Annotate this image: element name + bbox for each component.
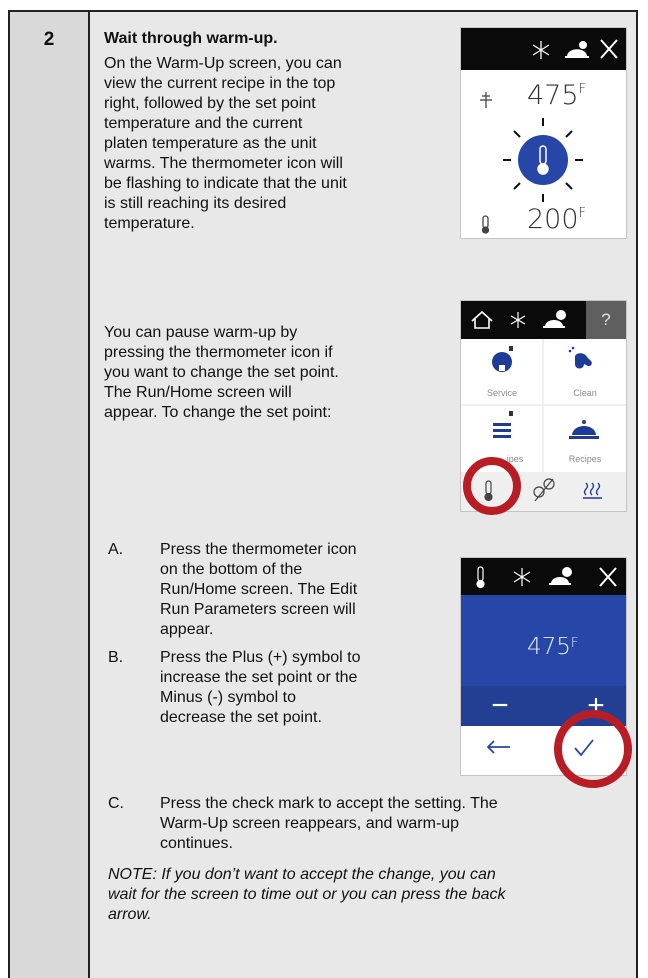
item-line: Run Parameters screen will xyxy=(160,601,356,618)
item-c-text: Press the check mark to accept the setti… xyxy=(160,794,580,854)
current-temp: 200F xyxy=(527,204,586,235)
item-line: Press the Plus (+) symbol to xyxy=(160,649,361,666)
recipes-list-icon[interactable] xyxy=(493,411,513,438)
item-line: Warm-Up screen reappears, and warm-up xyxy=(160,815,460,832)
current-value: 200 xyxy=(527,204,579,235)
item-c-letter: C. xyxy=(108,795,124,812)
para-line: The Run/Home screen will xyxy=(104,384,292,401)
snowflake-icon xyxy=(532,41,550,59)
current-thermometer-icon xyxy=(481,215,490,234)
note: NOTE: If you don’t want to accept the ch… xyxy=(108,865,628,925)
recipe-icon xyxy=(565,41,589,58)
minus-button[interactable]: − xyxy=(475,686,525,726)
para-line: view the current recipe in the top xyxy=(104,75,336,92)
highlight-ring-thermometer xyxy=(463,457,521,515)
item-line: Press the check mark to accept the setti… xyxy=(160,795,498,812)
pause-paragraph: You can pause warm-up by pressing the th… xyxy=(104,323,404,423)
home-icon xyxy=(471,310,493,329)
edit-topbar-icons xyxy=(476,566,617,589)
tile-label-recipes: Recipes xyxy=(568,454,602,464)
close-icon[interactable] xyxy=(599,567,617,587)
service-icon[interactable] xyxy=(492,346,513,372)
step-table: 2 Wait through warm-up. On the Warm-Up s… xyxy=(8,10,638,978)
item-a-letter: A. xyxy=(108,541,124,558)
para-line: On the Warm-Up screen, you can xyxy=(104,55,342,72)
unit: F xyxy=(570,636,579,651)
item-line: Minus (-) symbol to xyxy=(160,689,297,706)
para-line: appear. To change the set point: xyxy=(104,404,332,421)
para-line: You can pause warm-up by xyxy=(104,324,298,341)
item-line: appear. xyxy=(160,621,214,638)
recipe-icon xyxy=(543,310,566,328)
warmup-screen: 475F 200F xyxy=(460,27,627,239)
para-line: pressing the thermometer icon if xyxy=(104,344,333,361)
item-line: Run/Home screen. The Edit xyxy=(160,581,358,598)
warmup-paragraph: On the Warm-Up screen, you can view the … xyxy=(104,54,404,234)
item-line: increase the set point or the xyxy=(160,669,358,686)
edit-setpoint: 475F xyxy=(527,634,578,660)
unit: F xyxy=(578,82,587,97)
thermometer-button[interactable] xyxy=(518,135,568,185)
item-b-text: Press the Plus (+) symbol to increase th… xyxy=(160,648,400,728)
para-line: you want to change the set point. xyxy=(104,364,339,381)
para-line: temperature and the current xyxy=(104,115,303,132)
back-arrow-icon[interactable] xyxy=(486,740,510,754)
item-line: decrease the set point. xyxy=(160,709,322,726)
highlight-ring-check xyxy=(554,710,632,788)
recipe-icon xyxy=(549,567,572,585)
para-line: be flashing to indicate that the unit xyxy=(104,175,347,192)
tile-label-service: Service xyxy=(486,388,517,398)
close-icon xyxy=(600,39,618,59)
step-number-column: 2 xyxy=(10,12,90,978)
warmup-topbar-icons xyxy=(532,39,618,59)
note-line: NOTE: If you don’t want to accept the ch… xyxy=(108,866,496,883)
step-title: Wait through warm-up. xyxy=(104,30,278,47)
edit-topbar xyxy=(461,558,626,595)
snowflake-icon xyxy=(510,312,526,328)
snowflake-icon xyxy=(513,568,531,586)
clean-icon[interactable] xyxy=(568,346,592,369)
step-content: Wait through warm-up. On the Warm-Up scr… xyxy=(90,12,636,978)
step-number: 2 xyxy=(43,29,55,50)
item-line: Press the thermometer icon xyxy=(160,541,357,558)
unit: F xyxy=(578,206,587,221)
edit-setpoint-value: 475 xyxy=(527,634,571,660)
para-line: temperature. xyxy=(104,215,195,232)
recipes-icon[interactable] xyxy=(569,420,599,439)
para-line: is still reaching its desired xyxy=(104,195,287,212)
item-b-letter: B. xyxy=(108,649,124,666)
item-a-text: Press the thermometer icon on the bottom… xyxy=(160,540,400,640)
setpoint-value: 475 xyxy=(527,80,579,111)
para-line: right, followed by the set point xyxy=(104,95,316,112)
note-line: wait for the screen to time out or you c… xyxy=(108,886,506,903)
item-line: on the bottom of the xyxy=(160,561,303,578)
para-line: warms. The thermometer icon will xyxy=(104,155,343,172)
tile-label-clean: Clean xyxy=(573,388,597,398)
warmup-topbar xyxy=(461,28,626,70)
help-icon: ? xyxy=(601,310,611,329)
item-line: continues. xyxy=(160,835,233,852)
thermometer-icon xyxy=(476,566,485,589)
note-line: arrow. xyxy=(108,906,152,923)
setpoint-temp: 475F xyxy=(527,80,586,111)
home-topbar: ? xyxy=(461,301,626,339)
para-line: platen temperature as the unit xyxy=(104,135,317,152)
setpoint-thermometer-icon xyxy=(480,92,492,108)
